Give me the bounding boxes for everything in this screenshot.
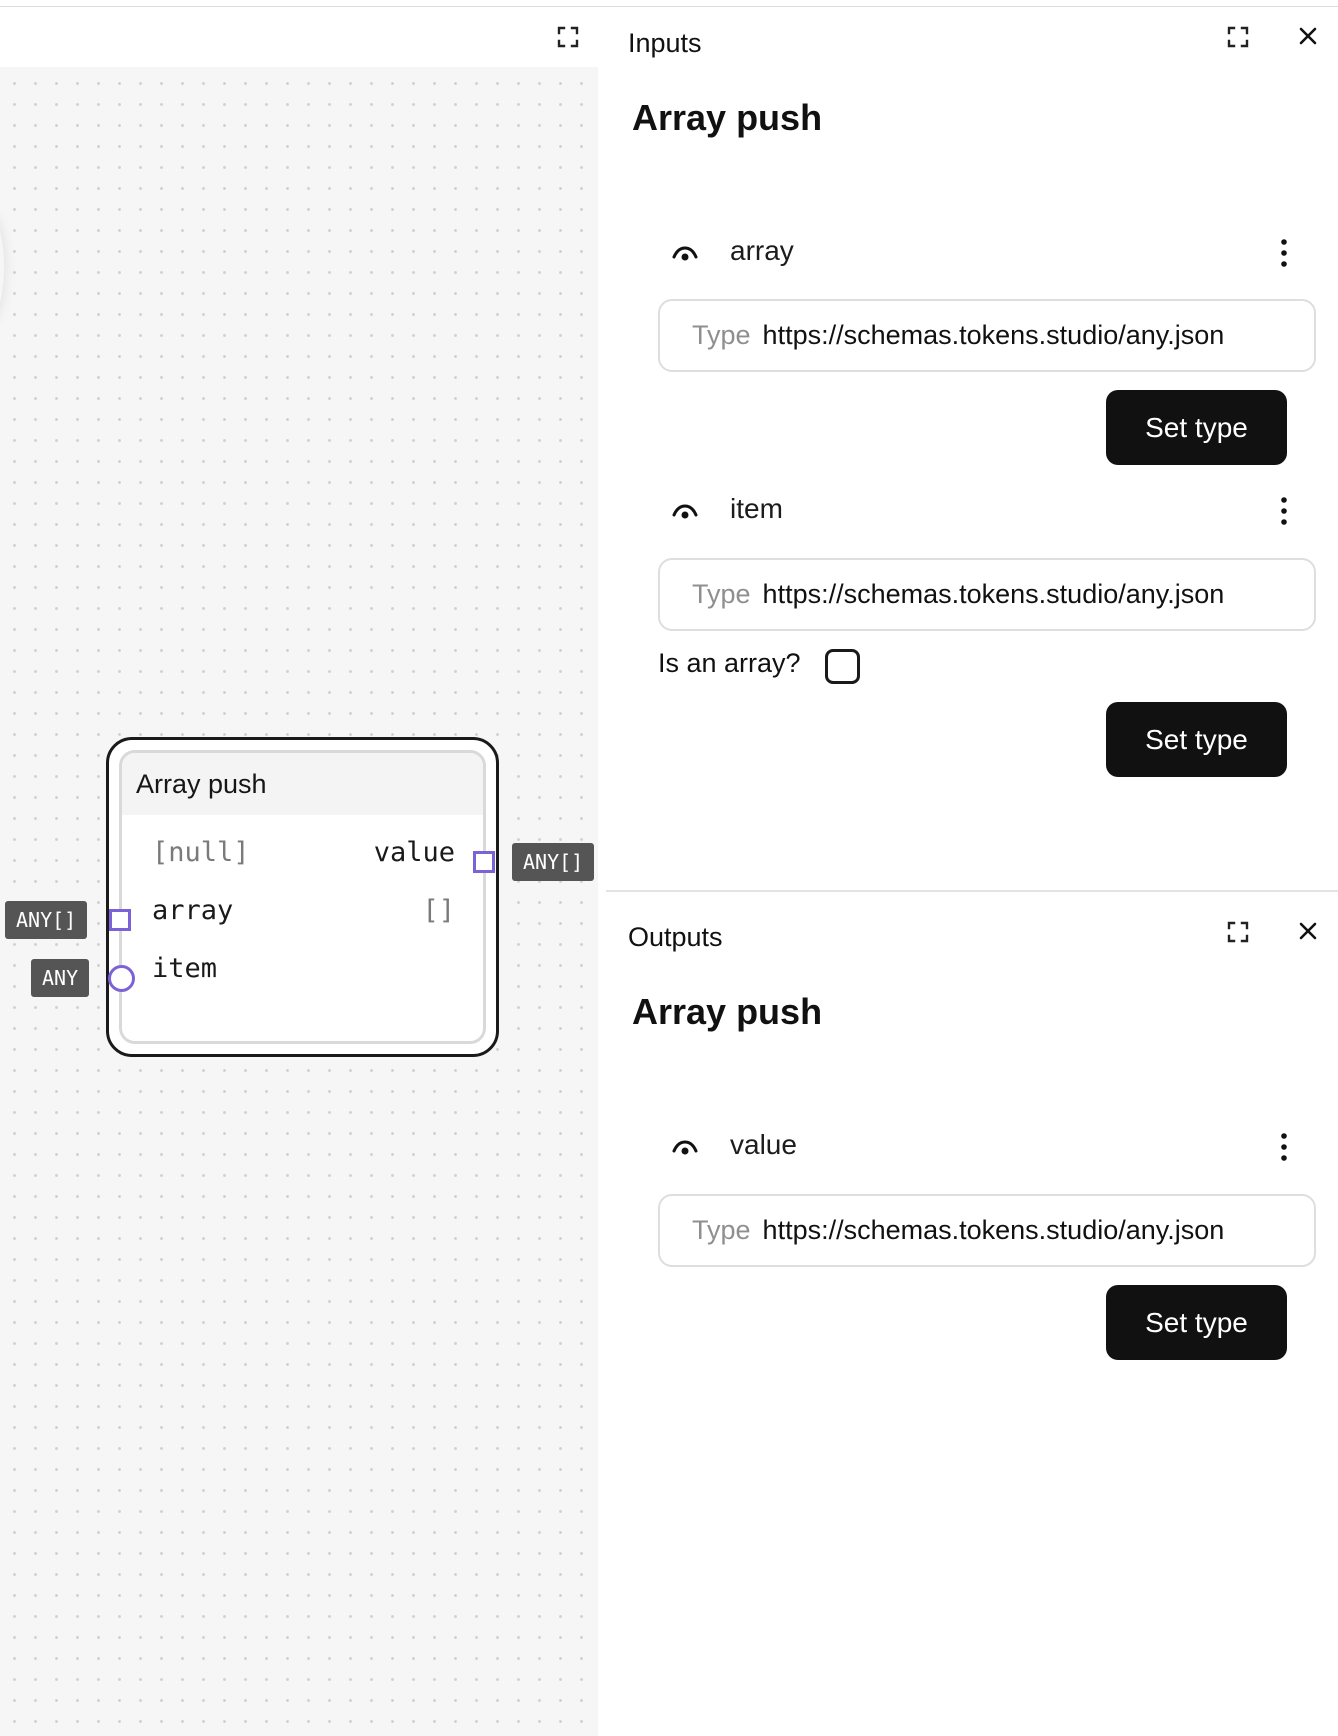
output-type-badge: ANY[] <box>512 843 595 881</box>
eye-icon[interactable] <box>670 1133 700 1163</box>
expand-icon[interactable] <box>556 25 580 49</box>
expand-icon[interactable] <box>1226 25 1250 49</box>
more-vertical-icon[interactable] <box>1278 1131 1290 1163</box>
input-port-array-handle[interactable] <box>109 909 131 931</box>
close-icon[interactable] <box>1297 25 1319 47</box>
type-field[interactable]: Type https://schemas.tokens.studio/any.js… <box>658 1194 1316 1267</box>
type-field-value: https://schemas.tokens.studio/any.json <box>762 320 1225 350</box>
panel-divider[interactable] <box>606 890 1338 892</box>
canvas-header <box>0 7 598 67</box>
type-field[interactable]: Type https://schemas.tokens.studio/any.js… <box>658 558 1316 631</box>
is-array-checkbox[interactable] <box>825 649 860 684</box>
type-field-prefix: Type <box>692 1215 751 1245</box>
set-type-button[interactable]: Set type <box>1106 702 1287 777</box>
input-port-item-header: item <box>658 491 1298 531</box>
node-input-row-array: array [] <box>122 893 483 929</box>
type-field[interactable]: Type https://schemas.tokens.studio/any.js… <box>658 299 1316 372</box>
expand-icon[interactable] <box>1226 920 1250 944</box>
type-field-value: https://schemas.tokens.studio/any.json <box>762 579 1225 609</box>
output-port-value-handle[interactable] <box>473 851 495 873</box>
node-input-row-item: item <box>122 951 483 987</box>
node-input-value: [] <box>422 895 455 926</box>
port-name: item <box>730 493 783 524</box>
set-type-button[interactable]: Set type <box>1106 1285 1287 1360</box>
panel-splitter[interactable] <box>598 7 606 1736</box>
more-vertical-icon[interactable] <box>1278 495 1290 527</box>
port-name: value <box>730 1129 797 1160</box>
eye-icon[interactable] <box>670 239 700 269</box>
eye-icon[interactable] <box>670 497 700 527</box>
inputs-panel-title: Array push <box>632 97 823 138</box>
outputs-panel-label: Outputs <box>628 922 723 952</box>
type-field-prefix: Type <box>692 579 751 609</box>
input-type-badge-item: ANY <box>31 959 90 997</box>
node-output-value: [null] <box>152 837 250 868</box>
outputs-panel-title: Array push <box>632 991 823 1032</box>
input-type-badge-array: ANY[] <box>5 901 88 939</box>
node-title: Array push <box>122 753 483 815</box>
node-output-label: value <box>373 837 455 868</box>
type-field-value: https://schemas.tokens.studio/any.json <box>762 1215 1225 1245</box>
node-input-label: item <box>152 953 218 984</box>
port-name: array <box>730 235 794 266</box>
collapsed-panel-edge <box>0 212 4 322</box>
type-field-prefix: Type <box>692 320 751 350</box>
node-output-row: [null] value <box>122 835 483 871</box>
output-port-value-header: value <box>658 1127 1298 1167</box>
set-type-button[interactable]: Set type <box>1106 390 1287 465</box>
close-icon[interactable] <box>1297 920 1319 942</box>
array-push-node[interactable]: Array push [null] value array [] item <box>106 737 499 1057</box>
input-port-item-handle[interactable] <box>108 965 135 992</box>
input-port-array-header: array <box>658 233 1298 273</box>
node-body: Array push [null] value array [] item <box>119 750 486 1044</box>
more-vertical-icon[interactable] <box>1278 237 1290 269</box>
is-array-label: Is an array? <box>658 648 801 678</box>
node-input-label: array <box>152 895 234 926</box>
inputs-panel-label: Inputs <box>628 28 702 58</box>
